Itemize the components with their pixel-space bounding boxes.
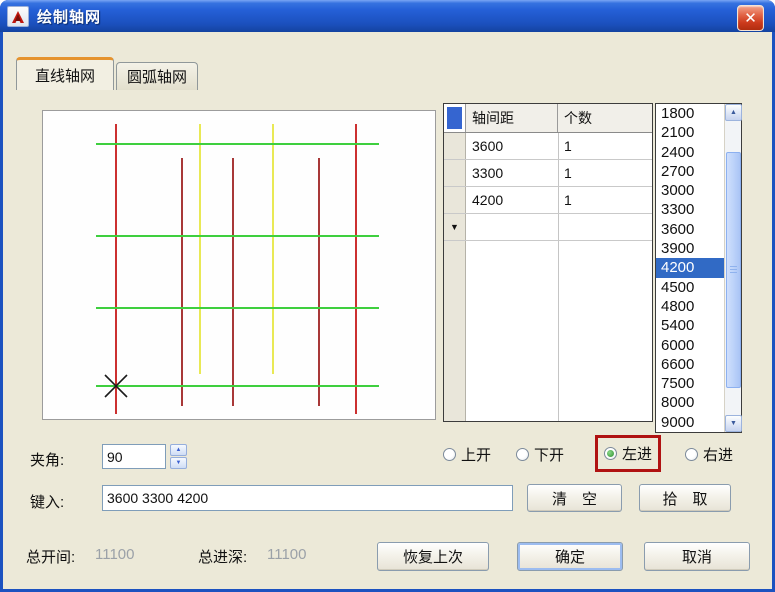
spacing-cell[interactable]: 4200 — [466, 187, 558, 213]
spacing-listbox: 1800 2100 2400 2700 3000 3300 3600 3900 4200 4500… — [655, 103, 742, 433]
spacing-list-item[interactable]: 4800 — [656, 297, 724, 316]
tab-arc-axis-grid[interactable]: 圆弧轴网 — [116, 62, 198, 90]
column-header-spacing: 轴间距 — [466, 104, 558, 132]
table-row: 4200 1 — [444, 187, 652, 214]
count-cell[interactable]: 1 — [558, 160, 652, 186]
radio-label: 上开 — [461, 447, 492, 464]
row-selector[interactable] — [444, 160, 466, 186]
clear-button[interactable]: 清 空 — [527, 484, 622, 512]
spinner-up-button[interactable]: ▲ — [170, 444, 187, 456]
angle-input[interactable] — [102, 444, 166, 469]
spacing-list-item[interactable]: 5400 — [656, 316, 724, 335]
spacing-list-item[interactable]: 8000 — [656, 393, 724, 412]
spacing-list-item[interactable]: 3000 — [656, 181, 724, 200]
radio-circle-icon[interactable] — [443, 448, 456, 461]
spacing-list-item[interactable]: 2400 — [656, 143, 724, 162]
total-bay-label: 总开间: — [26, 549, 76, 566]
scrollbar-up-button[interactable]: ▲ — [725, 104, 742, 121]
edit-row-selector[interactable]: ▼ — [444, 214, 466, 240]
row-dropdown-arrow-icon: ▼ — [450, 221, 459, 232]
table-header-row: 轴间距 个数 — [444, 104, 652, 133]
table-edit-row: ▼ — [444, 214, 652, 241]
spacing-list-item[interactable]: 2700 — [656, 162, 724, 181]
scroll-up-icon: ▲ — [730, 109, 737, 116]
radio-dot-icon — [607, 450, 614, 457]
row-selector[interactable] — [444, 187, 466, 213]
spacing-list-item[interactable]: 4500 — [656, 278, 724, 297]
spacing-list-item[interactable]: 3300 — [656, 200, 724, 219]
radio-label: 右进 — [703, 447, 734, 464]
scrollbar-thumb[interactable] — [726, 152, 741, 388]
spacing-table: 轴间距 个数 3600 1 3300 1 4200 1 ▼ — [443, 103, 653, 422]
radio-option[interactable]: 上开 — [443, 444, 491, 465]
radio-circle-icon[interactable] — [685, 448, 698, 461]
close-button[interactable]: ✕ — [737, 5, 764, 31]
scroll-down-icon: ▼ — [730, 420, 737, 427]
keyin-label: 键入: — [30, 494, 65, 511]
total-bay-value: 11100 — [95, 546, 135, 563]
cancel-button-label: 取消 — [681, 549, 712, 566]
radio-label: 左进 — [622, 446, 653, 463]
axis-grid-preview-canvas — [42, 110, 436, 420]
angle-label: 夹角: — [30, 452, 65, 469]
title-bar[interactable]: 绘制轴网 ✕ — [0, 0, 775, 32]
radio-selected-option[interactable]: 左进 — [595, 435, 662, 472]
radio-circle-icon[interactable] — [516, 448, 529, 461]
spacing-listbox-items: 1800 2100 2400 2700 3000 3300 3600 3900 4200 4500… — [656, 104, 724, 432]
radio-circle-icon[interactable] — [604, 447, 617, 460]
radio-label: 下开 — [534, 447, 565, 464]
spacing-list-item[interactable]: 3600 — [656, 220, 724, 239]
table-corner-cell[interactable] — [444, 104, 466, 132]
angle-spinner: ▲ ▼ — [170, 444, 187, 469]
close-icon: ✕ — [744, 10, 757, 27]
keyin-input[interactable] — [102, 485, 513, 511]
column-header-count: 个数 — [564, 110, 592, 126]
count-cell[interactable] — [558, 214, 652, 240]
ok-button[interactable]: 确定 — [517, 542, 623, 571]
spacing-cell[interactable]: 3600 — [466, 133, 558, 159]
axis-grid-preview-drawing — [96, 124, 379, 414]
tab-label: 直线轴网 — [34, 67, 95, 85]
restore-last-button[interactable]: 恢复上次 — [377, 542, 489, 571]
restore-last-button-label: 恢复上次 — [402, 549, 463, 566]
app-logo-icon — [7, 6, 29, 27]
window-title: 绘制轴网 — [37, 9, 102, 26]
count-cell[interactable]: 1 — [558, 133, 652, 159]
listbox-scrollbar[interactable]: ▲ ▼ — [724, 104, 742, 432]
direction-radio-row: 上开 下开 左进 右进 — [430, 428, 775, 478]
cancel-button[interactable]: 取消 — [644, 542, 750, 571]
spacing-cell[interactable] — [466, 214, 558, 240]
spacing-list-item[interactable]: 1800 — [656, 104, 724, 123]
scrollbar-grip-icon — [730, 266, 737, 274]
tab-label: 圆弧轴网 — [126, 69, 187, 86]
pick-button[interactable]: 拾 取 — [639, 484, 731, 512]
corner-blue-square — [447, 107, 462, 129]
clear-button-label: 清 空 — [551, 490, 597, 508]
pick-button-label: 拾 取 — [662, 490, 708, 508]
table-row: 3600 1 — [444, 133, 652, 160]
total-depth-label: 总进深: — [198, 549, 248, 566]
spacing-list-item[interactable]: 6600 — [656, 355, 724, 374]
radio-option[interactable]: 右进 — [685, 444, 733, 465]
spacing-list-item[interactable]: 6000 — [656, 336, 724, 355]
spacing-list-item[interactable]: 3900 — [656, 239, 724, 258]
row-selector[interactable] — [444, 133, 466, 159]
draw-axis-grid-dialog: 绘制轴网 ✕ 直线轴网 圆弧轴网 轴间距 个数 3600 1 3300 1 4200 1 ▼… — [0, 0, 775, 592]
spacing-cell[interactable]: 3300 — [466, 160, 558, 186]
radio-option[interactable]: 下开 — [516, 444, 564, 465]
tab-linear-axis-grid[interactable]: 直线轴网 — [16, 57, 114, 90]
table-rows: 3600 1 3300 1 4200 1 ▼ — [444, 133, 652, 241]
spinner-up-icon: ▲ — [175, 447, 182, 453]
spinner-down-button[interactable]: ▼ — [170, 457, 187, 469]
total-depth-value: 11100 — [267, 546, 307, 563]
spacing-list-item[interactable]: 7500 — [656, 374, 724, 393]
spinner-down-icon: ▼ — [175, 460, 182, 466]
spacing-list-item[interactable]: 2100 — [656, 123, 724, 142]
spacing-list-item[interactable]: 4200 — [656, 258, 724, 278]
table-row: 3300 1 — [444, 160, 652, 187]
count-cell[interactable]: 1 — [558, 187, 652, 213]
ok-button-label: 确定 — [554, 549, 585, 566]
